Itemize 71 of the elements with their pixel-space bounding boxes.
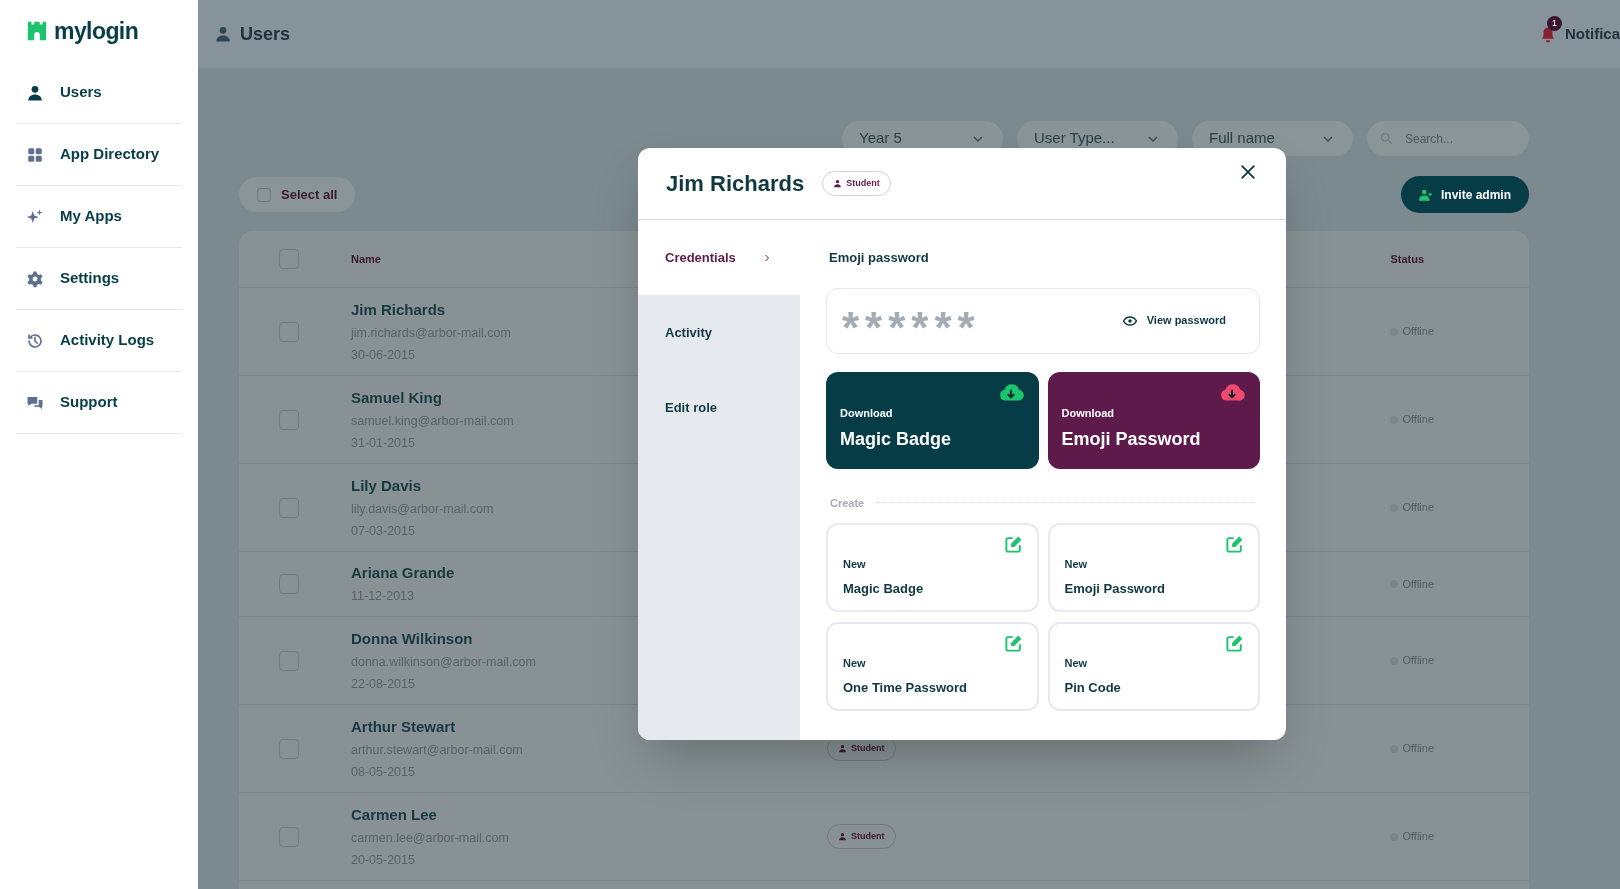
create-label: Create bbox=[830, 495, 865, 511]
notifications-link[interactable]: Notifica bbox=[1565, 22, 1620, 46]
edit-icon bbox=[1003, 634, 1023, 653]
create-card[interactable]: New Pin Code bbox=[1047, 622, 1260, 711]
checkbox[interactable] bbox=[279, 249, 299, 269]
edit-icon bbox=[1225, 634, 1244, 653]
create-card[interactable]: New One Time Password bbox=[826, 622, 1039, 711]
user-icon bbox=[214, 25, 232, 43]
edit-icon bbox=[1003, 535, 1023, 554]
user-name: Arthur Stewart bbox=[351, 716, 456, 737]
checkbox[interactable] bbox=[279, 497, 299, 518]
invite-admin-button[interactable]: Invite admin bbox=[1401, 176, 1529, 213]
status-text: Offline bbox=[1402, 829, 1434, 845]
sidebar-item[interactable]: Activity Logs bbox=[16, 310, 182, 372]
user-icon bbox=[838, 832, 847, 841]
checkbox[interactable] bbox=[279, 321, 299, 342]
notification-badge: 1 bbox=[1547, 16, 1562, 31]
status-text: Offline bbox=[1402, 741, 1434, 757]
section-title: Emoji password bbox=[829, 249, 930, 267]
page-title: Users bbox=[240, 22, 291, 46]
sidebar-item[interactable]: Users bbox=[16, 62, 182, 124]
password-mask: ****** bbox=[842, 305, 981, 350]
search-icon bbox=[1379, 131, 1394, 146]
checkbox[interactable] bbox=[279, 650, 299, 671]
logo-text: mylogin bbox=[54, 16, 139, 46]
create-card[interactable]: New Magic Badge bbox=[826, 523, 1039, 612]
select-all-button[interactable]: Select all bbox=[239, 177, 356, 212]
download-card[interactable]: Download Emoji Password bbox=[1047, 371, 1260, 469]
status-text: Offline bbox=[1402, 412, 1434, 428]
view-password-button[interactable]: View password bbox=[1122, 312, 1226, 329]
sidebar-item[interactable]: Support bbox=[16, 372, 182, 434]
sidebar-item[interactable]: App Directory bbox=[16, 124, 182, 186]
edit-icon bbox=[1225, 535, 1244, 554]
user-name: Donna Wilkinson bbox=[351, 628, 473, 649]
user-name: Jim Richards bbox=[351, 299, 446, 320]
checkbox[interactable] bbox=[279, 574, 299, 594]
user-plus-icon bbox=[1419, 187, 1433, 202]
user-icon bbox=[838, 744, 847, 753]
dialog-title: Jim Richards bbox=[666, 170, 805, 198]
user-name: Carmen Lee bbox=[351, 804, 437, 825]
user-name: Lily Davis bbox=[351, 475, 422, 496]
user-icon bbox=[26, 83, 44, 102]
checkbox[interactable] bbox=[279, 409, 299, 430]
status-text: Offline bbox=[1402, 500, 1434, 516]
column-header: Status bbox=[1390, 251, 1424, 267]
bell-icon bbox=[1539, 26, 1557, 44]
grid-icon bbox=[26, 145, 44, 164]
user-name: Ariana Grande bbox=[351, 562, 455, 583]
nav-tab[interactable]: Edit role bbox=[638, 370, 800, 445]
close-button[interactable] bbox=[1238, 162, 1258, 182]
status-text: Offline bbox=[1402, 653, 1434, 669]
create-card[interactable]: New Emoji Password bbox=[1047, 523, 1260, 612]
checkbox[interactable] bbox=[279, 738, 299, 759]
checkbox[interactable] bbox=[257, 187, 271, 202]
nav-tab[interactable]: Activity bbox=[638, 295, 800, 370]
history-icon bbox=[26, 331, 44, 350]
search-field[interactable]: Search... bbox=[1367, 121, 1529, 156]
eye-icon bbox=[1122, 313, 1137, 328]
status-text: Offline bbox=[1402, 576, 1434, 592]
settings-icon bbox=[26, 269, 44, 288]
user-name: Samuel King bbox=[351, 387, 442, 408]
status-text: Offline bbox=[1402, 324, 1434, 340]
castle-logo-icon bbox=[26, 20, 48, 42]
download-card[interactable]: Download Magic Badge bbox=[826, 371, 1039, 469]
user-icon bbox=[833, 179, 843, 188]
sidebar-item[interactable]: Settings bbox=[16, 248, 182, 310]
close-icon bbox=[1238, 162, 1258, 182]
checkbox[interactable] bbox=[279, 826, 299, 847]
column-header: Name bbox=[351, 251, 381, 267]
nav-tab[interactable]: Credentials bbox=[638, 220, 800, 295]
sidebar-item[interactable]: My Apps bbox=[16, 186, 182, 248]
